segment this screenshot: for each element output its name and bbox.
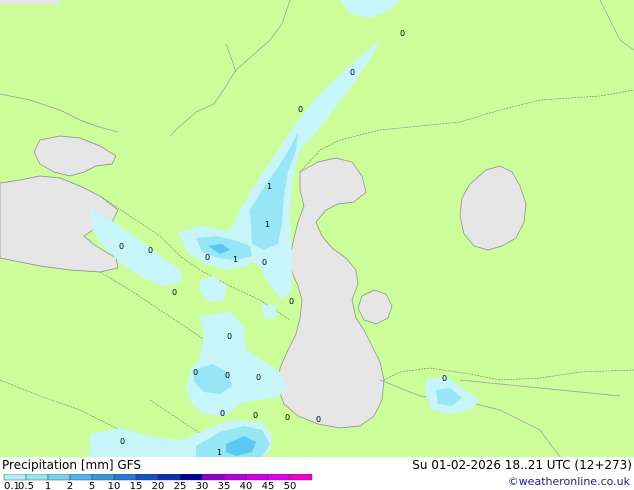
point-label: 0 xyxy=(172,288,177,297)
point-label: 0 xyxy=(205,253,210,262)
legend-color-box xyxy=(91,474,115,481)
point-label: 0 xyxy=(220,409,225,418)
precipitation-map: 0 0 0 1 1 0 0 1 0 0 0 0 0 0 0 0 0 0 0 0 … xyxy=(0,0,634,457)
point-label: 0 xyxy=(148,246,153,255)
legend-color-box xyxy=(289,474,313,481)
legend-color-box xyxy=(179,474,203,481)
point-label: 0 xyxy=(253,411,258,420)
point-label: 1 xyxy=(217,448,222,457)
map-footer: Precipitation [mm] GFS Su 01-02-2026 18.… xyxy=(0,457,634,490)
point-label: 0 xyxy=(193,368,198,377)
point-label: 0 xyxy=(119,242,124,251)
point-label: 0 xyxy=(227,332,232,341)
point-label: 0 xyxy=(256,373,261,382)
point-label: 1 xyxy=(233,255,238,264)
point-label: 0 xyxy=(442,374,447,383)
point-label: 0 xyxy=(298,105,303,114)
legend-tick-label: 50 xyxy=(284,481,297,490)
map-title: Precipitation [mm] GFS xyxy=(2,458,141,472)
point-label: 0 xyxy=(225,371,230,380)
legend-tick-label: 5 xyxy=(89,481,95,490)
legend-tick-label: 10 xyxy=(108,481,121,490)
legend-color-box xyxy=(113,474,137,481)
legend-tick-label: 40 xyxy=(240,481,253,490)
legend-color-box xyxy=(69,474,93,481)
credit-link[interactable]: ©weatheronline.co.uk xyxy=(508,475,630,489)
legend-color-box xyxy=(267,474,291,481)
point-label: 0 xyxy=(285,413,290,422)
point-label: 0 xyxy=(120,437,125,446)
legend-color-box xyxy=(135,474,159,481)
water-strip xyxy=(0,0,60,4)
legend-color-box xyxy=(201,474,225,481)
legend-color-box xyxy=(223,474,247,481)
valid-time: Su 01-02-2026 18..21 UTC (12+273) xyxy=(412,458,632,472)
legend-tick-label: 35 xyxy=(218,481,231,490)
precipitation-legend: 0.10.5 1 2 5 10 15 20 25 30 35 40 45 50 xyxy=(3,474,313,490)
map-canvas: 0 0 0 1 1 0 0 1 0 0 0 0 0 0 0 0 0 0 0 0 … xyxy=(0,0,634,457)
legend-tick-label: 25 xyxy=(174,481,187,490)
legend-color-box xyxy=(3,474,27,481)
legend-tick-label: 2 xyxy=(67,481,73,490)
kara-bogaz-gol xyxy=(357,289,393,325)
legend-color-boxes xyxy=(3,474,313,481)
point-label: 0 xyxy=(400,29,405,38)
legend-tick-label: 1 xyxy=(45,481,51,490)
legend-color-box xyxy=(25,474,49,481)
point-label: 1 xyxy=(265,220,270,229)
legend-tick-labels: 0.10.5 1 2 5 10 15 20 25 30 35 40 45 50 xyxy=(4,481,296,490)
legend-tick-label: 15 xyxy=(130,481,143,490)
legend-tick-label: 20 xyxy=(152,481,165,490)
point-label: 1 xyxy=(267,182,272,191)
legend-color-box xyxy=(157,474,181,481)
point-label: 0 xyxy=(350,68,355,77)
legend-tick-label: 45 xyxy=(262,481,275,490)
point-label: 0 xyxy=(289,297,294,306)
legend-tick-label: 0.5 xyxy=(18,481,34,490)
legend-tick-label: 30 xyxy=(196,481,209,490)
point-label: 0 xyxy=(316,415,321,424)
point-label: 0 xyxy=(262,258,267,267)
legend-color-box xyxy=(245,474,269,481)
legend-color-box xyxy=(47,474,71,481)
